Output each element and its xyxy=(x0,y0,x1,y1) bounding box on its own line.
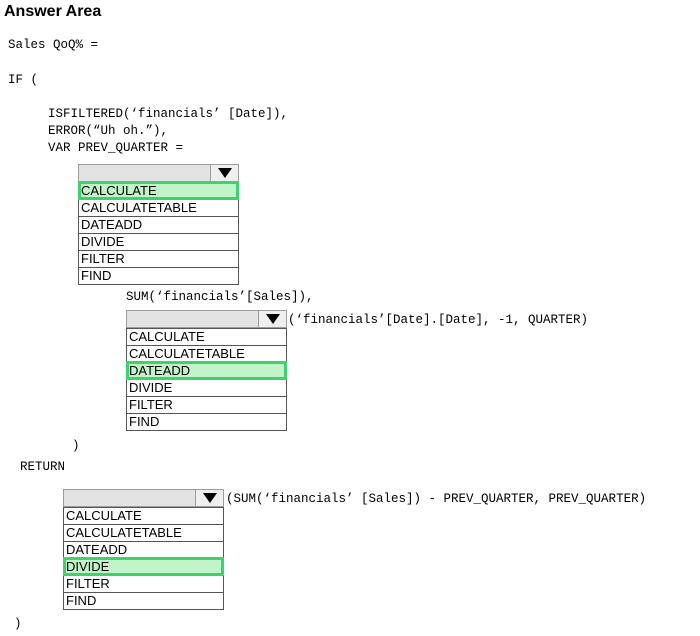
code-line-close-paren: ) xyxy=(72,439,80,453)
code-line-sum: SUM(‘financials’[Sales]), xyxy=(126,290,314,304)
code-line-isfiltered: ISFILTERED(‘financials’ [Date]), xyxy=(48,107,289,121)
answer-area-title: Answer Area xyxy=(4,3,102,20)
option-filter[interactable]: FILTER xyxy=(79,250,238,267)
triangle-down-icon xyxy=(202,493,217,503)
code-line-final-paren: ) xyxy=(14,617,22,631)
option-calculatetable[interactable]: CALCULATETABLE xyxy=(127,345,286,362)
code-line-divide-args: (SUM(‘financials’ [Sales]) - PREV_QUARTE… xyxy=(226,492,647,506)
option-calculate[interactable]: CALCULATE xyxy=(127,328,286,345)
option-find[interactable]: FIND xyxy=(64,592,223,609)
dropdown-header[interactable] xyxy=(78,164,239,182)
triangle-down-icon xyxy=(265,314,280,324)
dropdown-options-list: CALCULATE CALCULATETABLE DATEADD DIVIDE … xyxy=(78,181,239,285)
dropdown-date-shift-function[interactable]: CALCULATE CALCULATETABLE DATEADD DIVIDE … xyxy=(126,310,287,431)
dropdown-return-function[interactable]: CALCULATE CALCULATETABLE DATEADD DIVIDE … xyxy=(63,489,224,610)
option-calculatetable[interactable]: CALCULATETABLE xyxy=(79,199,238,216)
code-line-var: VAR PREV_QUARTER = xyxy=(48,141,184,155)
option-divide[interactable]: DIVIDE xyxy=(127,379,286,396)
code-line-return: RETURN xyxy=(20,460,66,474)
dropdown-options-list: CALCULATE CALCULATETABLE DATEADD DIVIDE … xyxy=(126,328,287,431)
option-calculate[interactable]: CALCULATE xyxy=(78,181,239,200)
option-divide[interactable]: DIVIDE xyxy=(63,557,224,576)
dropdown-arrow-button[interactable] xyxy=(258,311,286,327)
dropdown-header[interactable] xyxy=(63,489,224,507)
option-dateadd[interactable]: DATEADD xyxy=(126,361,287,380)
code-line-dateadd-args: (‘financials’[Date].[Date], -1, QUARTER) xyxy=(288,313,589,327)
dropdown-options-list: CALCULATE CALCULATETABLE DATEADD DIVIDE … xyxy=(63,507,224,610)
option-dateadd[interactable]: DATEADD xyxy=(79,216,238,233)
dropdown-prev-quarter-function[interactable]: CALCULATE CALCULATETABLE DATEADD DIVIDE … xyxy=(78,164,239,285)
triangle-down-icon xyxy=(217,168,232,178)
option-divide[interactable]: DIVIDE xyxy=(79,233,238,250)
option-filter[interactable]: FILTER xyxy=(127,396,286,413)
code-line-error: ERROR(“Uh oh.”), xyxy=(48,124,169,138)
option-filter[interactable]: FILTER xyxy=(64,575,223,592)
option-find[interactable]: FIND xyxy=(79,267,238,284)
code-line-if: IF ( xyxy=(8,73,39,87)
dropdown-arrow-button[interactable] xyxy=(195,490,223,506)
option-calculate[interactable]: CALCULATE xyxy=(64,507,223,524)
option-dateadd[interactable]: DATEADD xyxy=(64,541,223,558)
option-calculatetable[interactable]: CALCULATETABLE xyxy=(64,524,223,541)
dropdown-header[interactable] xyxy=(126,310,287,328)
code-line-measure: Sales QoQ% = xyxy=(8,38,99,52)
dropdown-arrow-button[interactable] xyxy=(210,165,238,181)
option-find[interactable]: FIND xyxy=(127,413,286,430)
